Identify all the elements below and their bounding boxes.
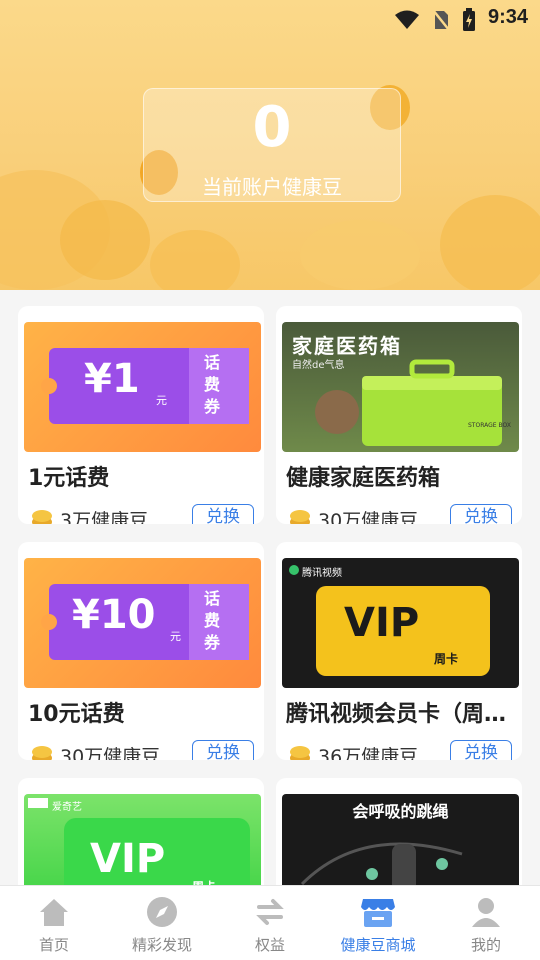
- voucher-amount: ¥10: [72, 592, 156, 638]
- voucher-unit: 元: [170, 630, 181, 643]
- vip-period: 周卡: [434, 652, 459, 666]
- compass-icon: [147, 897, 177, 927]
- phone-voucher-image: ¥1 元 话费券: [24, 322, 261, 452]
- decor-blob: [440, 195, 540, 290]
- coin-icon: [290, 510, 310, 524]
- user-icon: [472, 898, 500, 927]
- redeem-button[interactable]: 兑换: [450, 740, 512, 760]
- coin-icon: [290, 746, 310, 760]
- product-card[interactable]: 会呼吸的跳绳: [276, 778, 522, 885]
- voucher-tag: 话费券: [204, 589, 221, 652]
- store-icon: [361, 899, 395, 927]
- battery-charging-icon: [463, 8, 475, 31]
- voucher-amount: ¥1: [84, 356, 140, 402]
- status-time: 9:34: [487, 6, 528, 28]
- nav-discover[interactable]: 精彩发现: [108, 886, 216, 960]
- nav-home[interactable]: 首页: [0, 886, 108, 960]
- nav-store[interactable]: 健康豆商城: [324, 886, 432, 960]
- box-label: STORAGE BOX: [468, 422, 511, 429]
- nav-label: 我的: [470, 936, 501, 954]
- vip-text: VIP: [344, 600, 420, 646]
- product-title: 腾讯视频会员卡（周卡）: [286, 702, 516, 727]
- box-graphic: [315, 359, 502, 446]
- redeem-button[interactable]: 兑换: [192, 504, 254, 524]
- header-banner: 9:34 0 当前账户健康豆: [0, 0, 540, 290]
- balance-label: 当前账户健康豆: [202, 175, 342, 199]
- wifi-icon: [395, 10, 419, 29]
- tencent-vip-image: 腾讯视频 VIP 周卡: [282, 558, 519, 688]
- product-price: 3万健康豆: [60, 510, 149, 524]
- status-bar: 9:34: [0, 0, 540, 36]
- vip-text: VIP: [90, 836, 166, 882]
- product-card[interactable]: ¥1 元 话费券 1元话费 3万健康豆 兑换: [18, 306, 264, 524]
- decor-blob: [150, 230, 240, 290]
- voucher-tag: 话费券: [204, 353, 221, 416]
- balance-value: 0: [252, 95, 292, 160]
- product-card[interactable]: 爱奇艺 VIP 周卡: [18, 778, 264, 885]
- exchange-icon: [256, 899, 284, 925]
- redeem-button[interactable]: 兑换: [192, 740, 254, 760]
- nav-label: 健康豆商城: [340, 936, 416, 954]
- home-icon: [40, 899, 68, 926]
- decor-blob: [60, 200, 150, 280]
- product-price: 30万健康豆: [318, 510, 419, 524]
- nav-profile[interactable]: 我的: [432, 886, 540, 960]
- jump-rope-graphic: [300, 842, 463, 885]
- product-card[interactable]: ¥10 元 话费券 10元话费 30万健康豆 兑换: [18, 542, 264, 760]
- nav-label: 首页: [38, 936, 69, 954]
- product-price: 30万健康豆: [60, 746, 161, 760]
- redeem-button[interactable]: 兑换: [450, 504, 512, 524]
- product-card[interactable]: 家庭医药箱 自然de气息 STORAGE BOX 健康家庭医药箱 30万健康豆 …: [276, 306, 522, 524]
- balance-card: 0 当前账户健康豆: [143, 88, 401, 202]
- product-title: 健康家庭医药箱: [286, 466, 441, 491]
- nav-label: 权益: [254, 936, 285, 954]
- coin-icon: [32, 746, 52, 760]
- product-title: 1元话费: [28, 466, 110, 491]
- no-sim-icon: [432, 9, 450, 31]
- product-grid: ¥1 元 话费券 1元话费 3万健康豆 兑换 家庭医药箱 自然de气息 STOR…: [0, 290, 540, 885]
- nav-benefits[interactable]: 权益: [216, 886, 324, 960]
- coin-icon: [32, 510, 52, 524]
- voucher-unit: 元: [156, 394, 167, 407]
- medicine-box-image: 家庭医药箱 自然de气息 STORAGE BOX: [282, 322, 519, 452]
- iqiyi-vip-image: 爱奇艺 VIP 周卡: [24, 794, 261, 885]
- product-price: 36万健康豆: [318, 746, 419, 760]
- product-title: 10元话费: [28, 702, 125, 727]
- jump-rope-image: 会呼吸的跳绳: [282, 794, 519, 885]
- vip-period: 周卡: [192, 878, 216, 885]
- product-card[interactable]: 腾讯视频 VIP 周卡 腾讯视频会员卡（周卡） 36万健康豆 兑换: [276, 542, 522, 760]
- decor-blob: [300, 220, 420, 290]
- bottom-nav: 首页 精彩发现 权益 健康豆商城 我的: [0, 885, 540, 960]
- voucher-graphic: [41, 348, 249, 424]
- phone-voucher-image: ¥10 元 话费券: [24, 558, 261, 688]
- nav-label: 精彩发现: [131, 936, 192, 954]
